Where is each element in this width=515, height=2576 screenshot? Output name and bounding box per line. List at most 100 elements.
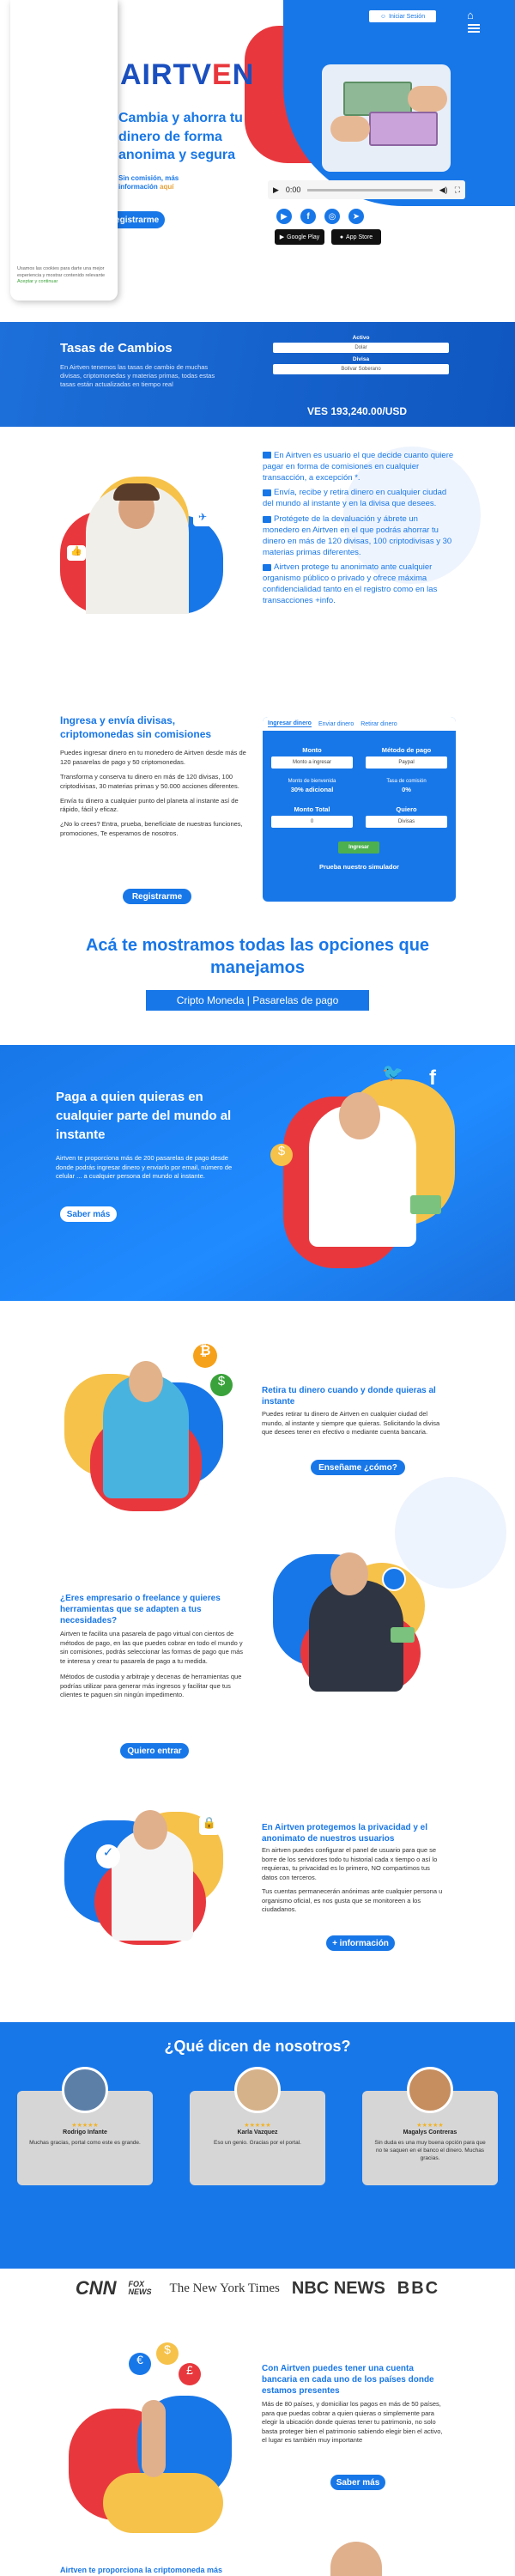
hero-title: Cambia y ahorra tu dinero de forma anoni… <box>118 111 243 163</box>
bonus-value: 30% adicional <box>290 786 334 793</box>
app-store-badge[interactable]: ● App Store <box>331 229 381 245</box>
feature-list: En Airtven es usuario el que decide cuan… <box>263 451 456 611</box>
pound-icon: £ <box>179 2363 201 2385</box>
hand-image <box>408 86 447 112</box>
tab-withdraw[interactable]: Retirar dinero <box>360 721 397 727</box>
brand-logo[interactable]: AIRTVEN <box>120 58 254 92</box>
businessman-image <box>309 1580 403 1692</box>
feature-item: En Airtven es usuario el que decide cuan… <box>263 451 454 483</box>
total-input[interactable]: 0 <box>271 816 353 828</box>
avatar <box>62 2067 108 2113</box>
home-icon[interactable]: ⌂ <box>467 9 481 22</box>
euro-icon: € <box>129 2353 151 2375</box>
telegram-icon[interactable]: ➤ <box>348 209 364 224</box>
twitter-icon: 🐦 <box>382 1064 403 1083</box>
login-button[interactable]: ☺ Iniciar Sesión <box>369 10 436 22</box>
cookie-accept-link[interactable]: Aceptar y continuar <box>17 279 112 286</box>
review-text: Muchas gracias, portal como este es gran… <box>29 2140 141 2146</box>
avatar <box>234 2067 281 2113</box>
press-logos: CNN FOX NEWS The New York Times NBC NEWS… <box>0 2275 515 2301</box>
bbc-logo: BBC <box>397 2278 440 2298</box>
testimonial-card: ★★★★★ Karla Vazquez Eso un genio. Gracia… <box>190 2067 325 2185</box>
testimonials-section: ¿Qué dicen de nosotros? ★★★★★ Rodrigo In… <box>0 2022 515 2269</box>
banking-title: Con Airtven puedes tener una cuenta banc… <box>262 2364 434 2396</box>
amount-input[interactable]: Monto a ingresar <box>271 756 353 769</box>
teaser-title: Airtven te proporciona la criptomoneda m… <box>60 2566 223 2574</box>
banking-button[interactable]: Saber más <box>330 2475 385 2490</box>
deposit-text: Puedes ingresar dinero en tu monedero de… <box>60 749 246 838</box>
info-link[interactable]: aquí <box>160 183 173 191</box>
like-icon: 👍 <box>67 545 86 561</box>
nbc-news-logo: NBC NEWS <box>291 2278 385 2298</box>
options-title: Acá te mostramos todas las opciones que … <box>85 936 430 977</box>
options-tab[interactable]: Cripto Moneda | Pasarelas de pago <box>146 990 369 1011</box>
fox-news-logo: FOX NEWS <box>128 2280 152 2296</box>
feature-item: Protégete de la devaluación y ábrete un … <box>263 514 452 557</box>
handshake-icon <box>263 452 271 459</box>
gateway-select[interactable]: Paypal <box>366 756 447 769</box>
volume-icon[interactable]: ◀) <box>439 185 448 195</box>
testimonial-card: ★★★★★ Magalys Contreras Sin duda es una … <box>362 2067 498 2185</box>
fullscreen-icon[interactable]: ⛶ <box>455 185 460 195</box>
rating-stars: ★★★★★ <box>244 2123 271 2129</box>
menu-icon[interactable] <box>468 24 480 34</box>
dollar-icon: $ <box>210 1374 233 1396</box>
to-select[interactable]: Bolívar Soberano <box>273 364 449 374</box>
pay-text: Airtven te proporciona más de 200 pasare… <box>56 1154 233 1180</box>
withdraw-button[interactable]: Enseñame ¿cómo? <box>311 1460 405 1475</box>
amount-label: Monto <box>302 746 322 754</box>
hero-section: ▶ 0:00 ◀) ⛶ ▶ f ◎ ➤ ▶ Google Play ● App St… <box>0 0 515 309</box>
shield-check-icon: ✓ <box>96 1844 120 1868</box>
instagram-icon[interactable]: ◎ <box>324 209 340 224</box>
tab-deposit[interactable]: Ingresar dinero <box>268 720 312 727</box>
rates-form: Activo Dolar Divisa Bolívar Soberano <box>273 335 449 378</box>
deposit-register-button[interactable]: Registrarme <box>123 889 191 904</box>
reviewer-name: Magalys Contreras <box>403 2129 457 2136</box>
youtube-icon[interactable]: ▶ <box>276 209 292 224</box>
want-select[interactable]: Divisas <box>366 816 447 828</box>
google-play-badge[interactable]: ▶ Google Play <box>275 229 324 245</box>
shield-icon <box>263 515 271 523</box>
video-progress[interactable] <box>307 188 433 191</box>
simulate-button[interactable]: Ingresar <box>338 841 379 854</box>
simulator-footer: Prueba nuestro simulador <box>319 863 399 871</box>
tab-send[interactable]: Enviar dinero <box>318 721 354 727</box>
page: ▶ 0:00 ◀) ⛶ ▶ f ◎ ➤ ▶ Google Play ● App St… <box>0 0 515 2576</box>
dollar-coin-icon: $ <box>270 1144 293 1166</box>
social-links: ▶ f ◎ ➤ <box>276 209 364 224</box>
facebook-icon[interactable]: f <box>300 209 316 224</box>
total-label: Monto Total <box>294 805 330 813</box>
business-text: Airtven te facilita una pasarela de pago… <box>60 1630 244 1698</box>
simulator-tabs: Ingresar dinero Enviar dinero Retirar di… <box>263 717 456 731</box>
want-label: Quiero <box>396 805 417 813</box>
hero-video-thumbnail[interactable] <box>322 64 451 172</box>
banknote-image <box>343 82 412 116</box>
withdraw-title: Retira tu dinero cuando y donde quieras … <box>262 1386 436 1406</box>
reviewer-name: Rodrigo Infante <box>63 2129 107 2136</box>
cash-icon <box>391 1627 415 1643</box>
cash-icon <box>410 1195 441 1214</box>
rates-description: En Airtven tenemos las tasas de cambio d… <box>60 363 215 389</box>
from-select[interactable]: Dolar <box>273 343 449 353</box>
avatar <box>407 2067 453 2113</box>
facebook-icon: f <box>429 1066 436 1090</box>
privacy-button[interactable]: + información <box>326 1935 395 1951</box>
hand-image <box>330 116 370 142</box>
transfer-icon <box>263 489 271 496</box>
rates-title: Tasas de Cambios <box>60 341 173 355</box>
cookie-notice: Usamos las cookies para darte una mejor … <box>17 266 112 286</box>
play-icon[interactable]: ▶ <box>273 185 279 195</box>
video-controls: ▶ 0:00 ◀) ⛶ <box>268 180 465 199</box>
pay-more-button[interactable]: Saber más <box>60 1206 117 1222</box>
bitcoin-icon: ₿ <box>193 1344 217 1368</box>
lock-icon: 🔒 <box>199 1816 220 1835</box>
globe-icon <box>382 1567 406 1591</box>
reviewer-name: Karla Vazquez <box>237 2129 278 2136</box>
cnn-logo: CNN <box>75 2277 117 2299</box>
person-image <box>330 2542 382 2576</box>
dollar-icon: $ <box>156 2342 179 2365</box>
deposit-title: Ingresa y envía divisas, criptomonedas s… <box>60 714 212 740</box>
lock-icon <box>263 563 271 571</box>
simulator-form: Ingresar dinero Enviar dinero Retirar di… <box>263 717 456 902</box>
business-button[interactable]: Quiero entrar <box>120 1743 189 1759</box>
